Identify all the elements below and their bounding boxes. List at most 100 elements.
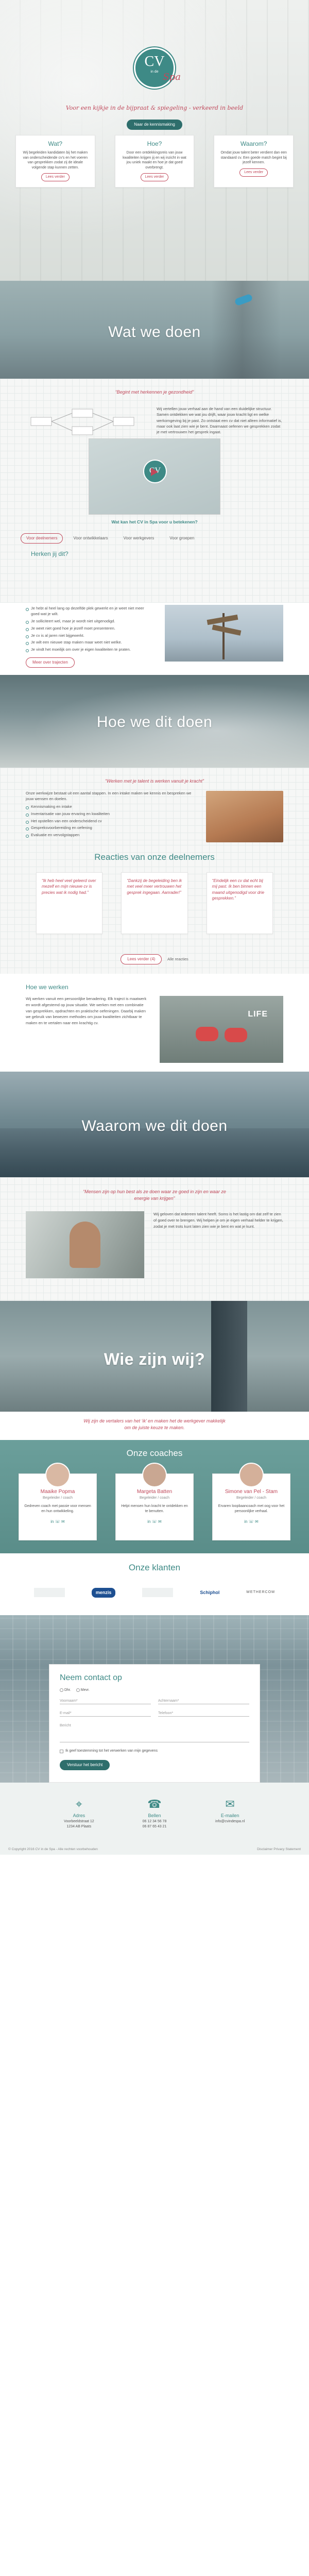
section-title: Hoe we werken xyxy=(26,984,68,991)
intro-card-button[interactable]: Lees verder xyxy=(41,173,70,182)
tabs: Voor deelnemers Voor ontwikkelaars Voor … xyxy=(21,533,199,544)
footer-links[interactable]: Disclaimer Privacy Statement xyxy=(257,1847,301,1852)
footer-line[interactable]: info@cvindespa.nl xyxy=(199,1819,261,1824)
coach-card: Maaike Popma Begeleider / coach Gedreven… xyxy=(19,1462,97,1540)
list-item: Je cv is al jaren niet bijgewerkt. xyxy=(26,633,152,639)
section-title: Onze coaches xyxy=(126,1448,183,1458)
intro-cards: Wat? Wij begeleiden kandidaten bij het m… xyxy=(15,135,294,188)
location-icon: ⌖ xyxy=(76,1798,82,1810)
section-quote: “Werken met je talent is werken vanuit j… xyxy=(105,778,204,784)
footer-line[interactable]: 06 12 34 56 78 xyxy=(124,1819,185,1824)
play-icon[interactable] xyxy=(151,468,158,476)
coach-avatar[interactable] xyxy=(239,1462,264,1487)
all-reviews-link[interactable]: Alle reacties xyxy=(167,957,188,961)
footer-mail: ✉ E-mailen info@cvindespa.nl xyxy=(199,1796,261,1829)
video-player[interactable]: CV xyxy=(89,438,220,515)
message-field[interactable]: Bericht xyxy=(60,1722,249,1743)
copyright: © Copyright 2016 CV in de Spa - Alle rec… xyxy=(8,1847,98,1851)
coach-avatar[interactable] xyxy=(45,1462,70,1487)
more-reviews-button[interactable]: Lees verder (4) xyxy=(121,954,162,964)
waarom-section: “Mensen zijn op hun best als ze doen waa… xyxy=(0,1177,309,1301)
linkedin-icon[interactable]: in xyxy=(244,1519,247,1524)
coach-text: Helpt mensen hun kracht te ontdekken en … xyxy=(121,1504,188,1514)
list-item: Gespreksvoorbereiding en oefening xyxy=(26,825,194,831)
phone-icon: ☎ xyxy=(147,1798,162,1810)
phone-icon[interactable]: ☏ xyxy=(55,1519,60,1524)
intro-card-title: Waarom? xyxy=(240,140,267,147)
logo-script: Spa xyxy=(163,72,181,82)
footer-line: 1234 AB Plaats xyxy=(66,1825,92,1829)
intro-card-button[interactable]: Lees verder xyxy=(239,168,268,177)
testimonial-card: “Dankzij de begeleiding ben ik met veel … xyxy=(121,872,188,934)
list-item: Je weet niet goed hoe je jezelf moet pre… xyxy=(26,626,152,632)
footer-line[interactable]: 06 87 65 43 21 xyxy=(124,1824,185,1829)
coach-card: Simone van Pel - Stam Begeleider / coach… xyxy=(212,1462,290,1540)
coach-role: Begeleider / coach xyxy=(43,1496,73,1500)
gender-radio-mevr[interactable]: Mevr. xyxy=(76,1688,90,1693)
tab-werkgevers[interactable]: Voor werkgevers xyxy=(118,534,160,543)
life-word: LIFE xyxy=(248,1010,268,1019)
list-item: Het opstellen van een onderscheidend cv xyxy=(26,819,194,824)
logo[interactable]: CV in de Spa xyxy=(134,47,181,89)
section-text: Onze werkwijze bestaat uit een aantal st… xyxy=(26,791,192,801)
phone-icon[interactable]: ☏ xyxy=(249,1519,254,1524)
intro-card-hoe: Hoe? Door een ontdekkingsreis van jouw k… xyxy=(114,135,195,188)
coach-avatar[interactable] xyxy=(142,1462,167,1487)
coach-name: Margeta Batten xyxy=(136,1488,173,1495)
section-quote: “Begint met herkennen je gezondheid” xyxy=(115,389,194,395)
herken-list: Je hebt al heel lang op dezelfde plek ge… xyxy=(26,603,152,653)
consent-label: Ik geef toestemming tot het verwerken va… xyxy=(65,1749,158,1753)
flow-diagram xyxy=(30,409,134,435)
last-name-field[interactable]: Achternaam* xyxy=(158,1697,249,1705)
email-field[interactable]: E-mail* xyxy=(60,1709,151,1717)
first-name-field[interactable]: Voornaam* xyxy=(60,1697,151,1705)
life-photo: LIFE xyxy=(160,996,283,1063)
section-quote: “Mensen zijn op hun best als ze doen waa… xyxy=(83,1189,226,1201)
mail-icon: ✉ xyxy=(225,1798,235,1810)
contact-section: Neem contact op Dhr. Mevr. Voornaam* Ach… xyxy=(0,1615,309,1783)
tab-ontwikkelaars[interactable]: Voor ontwikkelaars xyxy=(68,534,113,543)
person-figure xyxy=(70,1222,100,1268)
client-logo-wethercom: WETHERCOM xyxy=(246,1590,275,1595)
submit-button[interactable]: Verstuur het bericht xyxy=(60,1760,110,1771)
linkedin-icon[interactable]: in xyxy=(50,1519,54,1524)
hero-section: CV in de Spa Voor een kijkje in de bijpr… xyxy=(0,0,309,281)
linkedin-icon[interactable]: in xyxy=(147,1519,150,1524)
hero-cta-button[interactable]: Naar de kennismaking xyxy=(127,120,182,130)
intro-card-title: Wat? xyxy=(48,140,63,147)
video-caption: Wat kan het CV in Spa voor u betekenen? xyxy=(111,519,198,524)
phone-field[interactable]: Telefoon* xyxy=(158,1709,249,1717)
mail-icon[interactable]: ✉ xyxy=(255,1519,259,1524)
coach-role: Begeleider / coach xyxy=(236,1496,266,1500)
footer-label: Bellen xyxy=(148,1812,161,1818)
banner-title: Wie zijn wij? xyxy=(104,1350,205,1368)
mail-icon[interactable]: ✉ xyxy=(158,1519,162,1524)
section-quote: Wij zijn de vertalers van het ‘ik’ en ma… xyxy=(83,1418,226,1431)
mail-icon[interactable]: ✉ xyxy=(61,1519,65,1524)
tab-groepen[interactable]: Voor groepen xyxy=(164,534,199,543)
werkwijze-section: Hoe we werken Wij werken vanuit een pers… xyxy=(0,974,309,1072)
banner-wat-we-doen: Wat we doen xyxy=(0,281,309,379)
steps-list: Kennismaking en intake Inventarisatie va… xyxy=(26,804,194,838)
coach-card: Margeta Batten Begeleider / coach Helpt … xyxy=(115,1462,194,1540)
logo-big: CV xyxy=(144,54,165,70)
intro-card-button[interactable]: Lees verder xyxy=(140,173,169,182)
list-item: Je vindt het moeilijk om over je eigen k… xyxy=(26,647,152,653)
client-logo xyxy=(142,1588,174,1598)
section-title: Onze klanten xyxy=(128,1563,181,1572)
intro-card-waarom: Waarom? Omdat jouw talent beter verdient… xyxy=(214,135,294,188)
portrait-photo xyxy=(26,1211,144,1279)
list-title: Herken jij dit? xyxy=(31,550,68,557)
list-button[interactable]: Meer over trajecten xyxy=(26,657,75,668)
consent-checkbox[interactable] xyxy=(60,1749,63,1753)
phone-icon[interactable]: ☏ xyxy=(152,1519,157,1524)
contact-form: Neem contact op Dhr. Mevr. Voornaam* Ach… xyxy=(49,1664,260,1783)
herken-section: Je hebt al heel lang op dezelfde plek ge… xyxy=(0,603,309,675)
gender-radio-dhr[interactable]: Dhr. xyxy=(60,1688,71,1693)
list-item: Je hebt al heel lang op dezelfde plek ge… xyxy=(26,606,152,617)
reacties-section: Reacties van onze deelnemers “Ik heb hee… xyxy=(0,845,309,974)
testimonial-text: “Eindelijk een cv dat echt bij mij past.… xyxy=(212,878,265,901)
list-item: Kennismaking en intake xyxy=(26,804,194,810)
banner-waarom: Waarom we dit doen xyxy=(0,1072,309,1177)
tab-deelnemers[interactable]: Voor deelnemers xyxy=(21,533,63,544)
